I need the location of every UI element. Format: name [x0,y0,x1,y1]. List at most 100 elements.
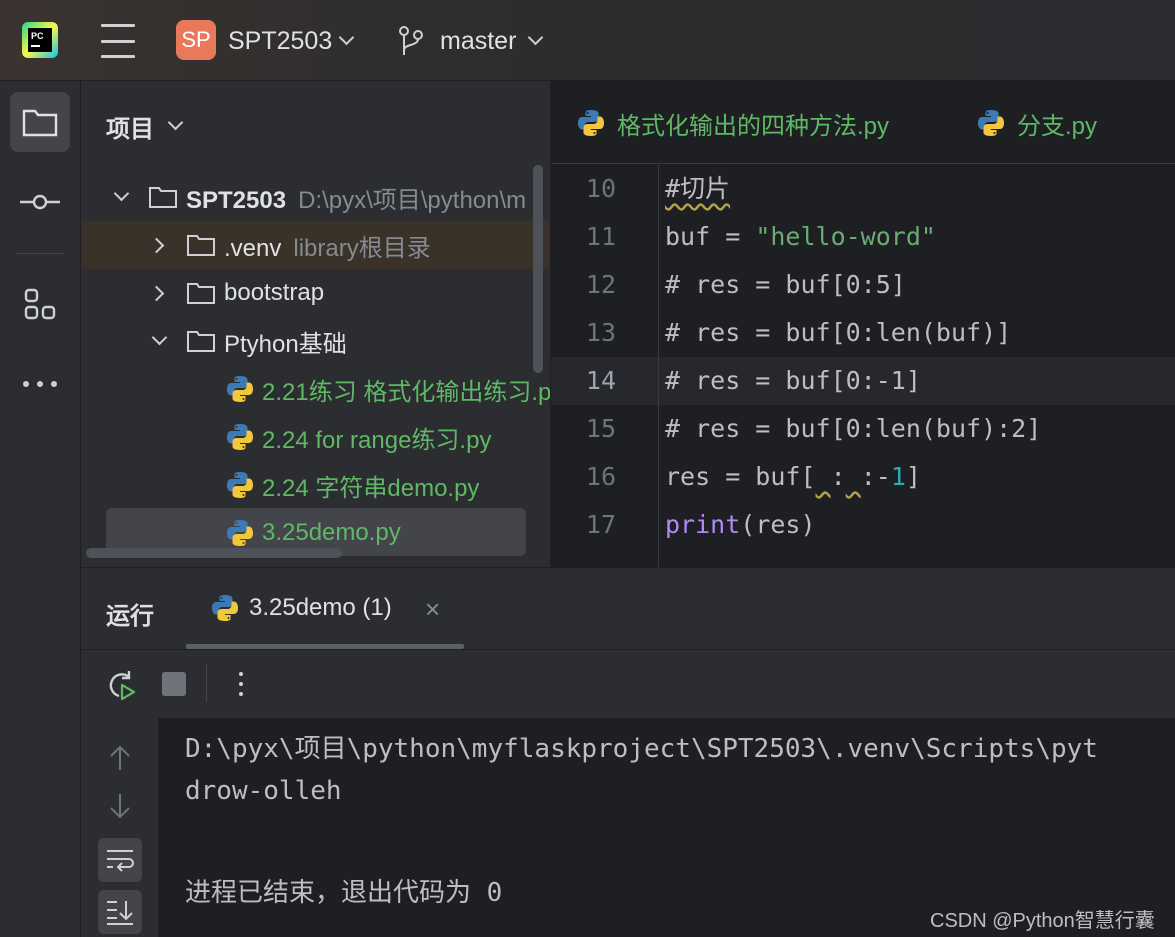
python-file-icon [212,595,238,621]
rerun-icon[interactable] [105,669,137,701]
chevron-down-icon[interactable] [527,29,544,46]
tree-row-root[interactable]: SPT2503 D:\pyx\项目\python\m [81,173,550,221]
line-number: 15 [585,414,616,443]
svg-text:PC: PC [31,31,44,41]
tree-label: SPT2503 [186,186,287,214]
chevron-down-icon[interactable] [113,185,130,202]
code-line[interactable]: 12 # res = buf[0:5] [551,261,1175,309]
code-text: buf = "hello-word" [665,222,936,251]
code-line[interactable]: 11 buf = "hello-word" [551,213,1175,261]
project-badge[interactable]: SP [176,20,216,60]
code-text: # res = buf[0:5] [665,270,906,299]
project-panel: 项目 SPT2503 D:\pyx\项目\python\m .venv librar… [81,81,551,567]
console-line: 进程已结束，退出代码为 0 [185,878,503,908]
folder-icon[interactable] [10,92,70,152]
console-line: drow-olleh [185,776,342,806]
run-tab-label: 3.25demo (1) [249,594,392,621]
code-line[interactable]: 16 res = buf[ : :-1] [551,453,1175,501]
code-line[interactable]: 13 # res = buf[0:len(buf)] [551,309,1175,357]
branch-name[interactable]: master [440,24,516,58]
chevron-right-icon[interactable] [148,237,165,254]
title-bar: PC SP SPT2503 master [0,0,1175,81]
code-line[interactable]: 15 # res = buf[0:len(buf):2] [551,405,1175,453]
line-number: 11 [585,222,616,251]
code-text: # res = buf[0:-1] [665,366,921,395]
chevron-down-icon[interactable] [151,329,168,346]
tree-label: Ptyhon基础 [224,330,347,358]
commit-icon[interactable] [10,172,70,232]
tab-label: 格式化输出的四种方法.py [617,112,890,140]
code-line[interactable]: 17 print(res) [551,501,1175,549]
structure-icon[interactable] [10,274,70,334]
run-tab[interactable]: 3.25demo (1) [211,594,392,622]
tree-row-file[interactable]: 2.21练习 格式化输出练习.p [81,365,550,413]
line-number: 16 [585,462,616,491]
tree-label: 2.24 字符串demo.py [262,474,480,502]
code-text: #切片 [665,174,731,203]
line-number: 12 [585,270,616,299]
python-file-icon [227,376,253,402]
code-line[interactable]: 10 #切片 [551,165,1175,213]
soft-wrap-icon[interactable] [98,838,142,882]
console-line: D:\pyx\项目\python\myflaskproject\SPT2503\… [185,734,1098,764]
code-text: print(res) [665,510,816,539]
project-name[interactable]: SPT2503 [228,24,332,58]
tree-label: 2.21练习 格式化输出练习.p [262,378,551,406]
folder-icon [187,235,215,256]
arrow-down-icon[interactable] [98,784,142,828]
arrow-up-icon[interactable] [98,736,142,780]
tree-row-bootstrap[interactable]: bootstrap [81,269,550,317]
code-text: # res = buf[0:len(buf):2] [665,414,1042,443]
code-editor: 格式化输出的四种方法.py 分支.py 10 #切片 11 buf = "hel… [551,81,1175,567]
tree-label: 2.24 for range练习.py [262,426,492,454]
line-number: 17 [585,510,616,539]
run-panel-title[interactable]: 运行 [106,596,154,631]
python-file-icon [227,424,253,450]
run-panel: 运行 3.25demo (1) × D:\pyx\项目\python\myfla… [81,568,1175,937]
tree-row-file[interactable]: 2.24 字符串demo.py [81,461,550,509]
tree-path-hint: D:\pyx\项目\python\m [298,186,527,214]
tool-window-strip [0,81,81,937]
chevron-right-icon[interactable] [148,285,165,302]
pycharm-logo-icon[interactable]: PC [22,22,58,58]
chevron-down-icon[interactable] [167,114,184,131]
python-file-icon [227,472,253,498]
tree-row-file[interactable]: 2.24 for range练习.py [81,413,550,461]
close-icon[interactable]: × [425,594,440,625]
more-horizontal-icon[interactable] [10,354,70,414]
python-file-icon [978,110,1004,136]
tree-label: 3.25demo.py [262,519,401,546]
code-line-current[interactable]: 14 # res = buf[0:-1] [551,357,1175,405]
chevron-down-icon[interactable] [338,29,355,46]
folder-icon [149,187,177,208]
tree-label: bootstrap [224,279,325,306]
divider [81,649,1175,650]
panel-title[interactable]: 项目 [106,109,154,144]
watermark: CSDN @Python智慧行囊 [930,910,1155,932]
code-line-partial [551,549,1175,567]
scroll-to-end-icon[interactable] [98,890,142,934]
tree-row-folder[interactable]: Ptyhon基础 [81,317,550,365]
gutter-separator [658,165,659,567]
console-sidebar [81,718,158,937]
editor-tab-bar: 格式化输出的四种方法.py 分支.py [551,81,1175,164]
tree-path-hint: library根目录 [293,234,431,262]
line-number: 10 [585,174,616,203]
line-number: 14 [585,366,616,395]
main-menu-button[interactable] [100,24,136,58]
more-vertical-icon[interactable] [231,668,251,700]
tree-label: .venv [224,234,282,262]
folder-icon [187,331,215,352]
stop-icon[interactable] [162,672,186,696]
line-number: 13 [585,318,616,347]
git-branch-icon[interactable] [398,26,424,56]
editor-tab[interactable]: 分支.py [977,103,1097,143]
python-file-icon [578,110,604,136]
editor-tab[interactable]: 格式化输出的四种方法.py [577,103,889,143]
horizontal-scrollbar[interactable] [86,548,342,558]
vertical-scrollbar[interactable] [533,165,543,373]
python-file-icon [227,520,253,546]
code-area[interactable]: 10 #切片 11 buf = "hello-word" 12 # res = … [551,165,1175,567]
tree-row-venv[interactable]: .venv library根目录 [81,221,550,269]
code-text: # res = buf[0:len(buf)] [665,318,1012,347]
